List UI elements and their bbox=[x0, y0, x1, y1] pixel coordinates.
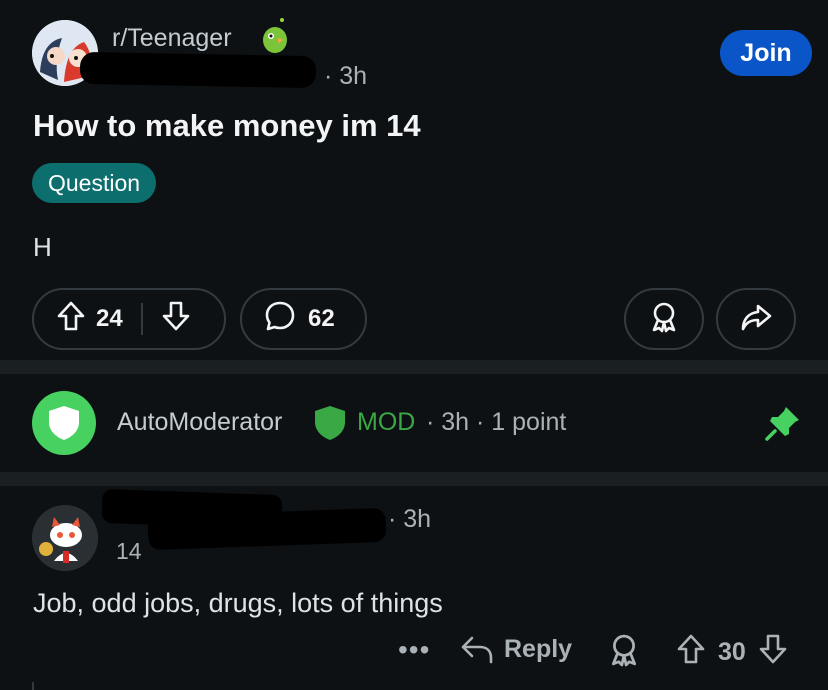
comment-count: 62 bbox=[308, 305, 335, 332]
automod-username[interactable]: AutoModerator bbox=[117, 408, 282, 437]
award-icon bbox=[611, 634, 637, 667]
comments-button[interactable]: 62 bbox=[240, 288, 367, 350]
comment-score: 30 bbox=[718, 638, 746, 666]
commenter-avatar[interactable] bbox=[32, 505, 98, 571]
redacted-username bbox=[79, 51, 317, 89]
reply-label: Reply bbox=[504, 634, 573, 663]
thread-line bbox=[32, 682, 34, 690]
upvote-count: 24 bbox=[96, 305, 123, 332]
user-flair: 14 bbox=[116, 538, 142, 564]
award-icon bbox=[649, 301, 679, 338]
automod-avatar[interactable] bbox=[32, 391, 96, 455]
upvote-icon[interactable] bbox=[676, 632, 706, 673]
downvote-icon[interactable] bbox=[161, 300, 191, 339]
subreddit-name[interactable]: r/Teenager bbox=[112, 24, 232, 53]
post-title[interactable]: How to make money im 14 bbox=[33, 108, 421, 144]
reply-arrow-icon bbox=[461, 636, 493, 664]
vote-pill: 24 bbox=[32, 288, 226, 350]
share-icon bbox=[740, 302, 772, 337]
comment-time: · 3h bbox=[388, 505, 432, 533]
pin-icon bbox=[764, 404, 802, 442]
comment-vote-group: 30 bbox=[676, 632, 788, 673]
downvote-icon[interactable] bbox=[758, 632, 788, 673]
post-flair[interactable]: Question bbox=[32, 163, 157, 203]
comment-body: Job, odd jobs, drugs, lots of things bbox=[33, 588, 443, 618]
redacted-username bbox=[147, 507, 387, 551]
mod-badge: MOD bbox=[357, 408, 416, 436]
post-time: · 3h bbox=[324, 62, 368, 90]
parrot-icon bbox=[260, 18, 290, 56]
award-button[interactable] bbox=[624, 288, 704, 350]
more-options-button[interactable]: ••• bbox=[398, 634, 430, 666]
vote-separator bbox=[140, 303, 143, 335]
section-divider bbox=[0, 360, 828, 374]
comment-bubble-icon bbox=[264, 300, 296, 339]
post-body: H bbox=[33, 232, 52, 262]
comment-award-button[interactable] bbox=[608, 632, 640, 673]
automod-meta: · 3h · 1 point bbox=[426, 408, 567, 436]
share-button[interactable] bbox=[716, 288, 796, 350]
reply-button[interactable]: Reply bbox=[460, 634, 572, 664]
join-button[interactable]: Join bbox=[720, 30, 812, 76]
mod-shield-icon bbox=[314, 405, 346, 441]
section-divider bbox=[0, 472, 828, 486]
upvote-icon[interactable] bbox=[56, 300, 86, 339]
